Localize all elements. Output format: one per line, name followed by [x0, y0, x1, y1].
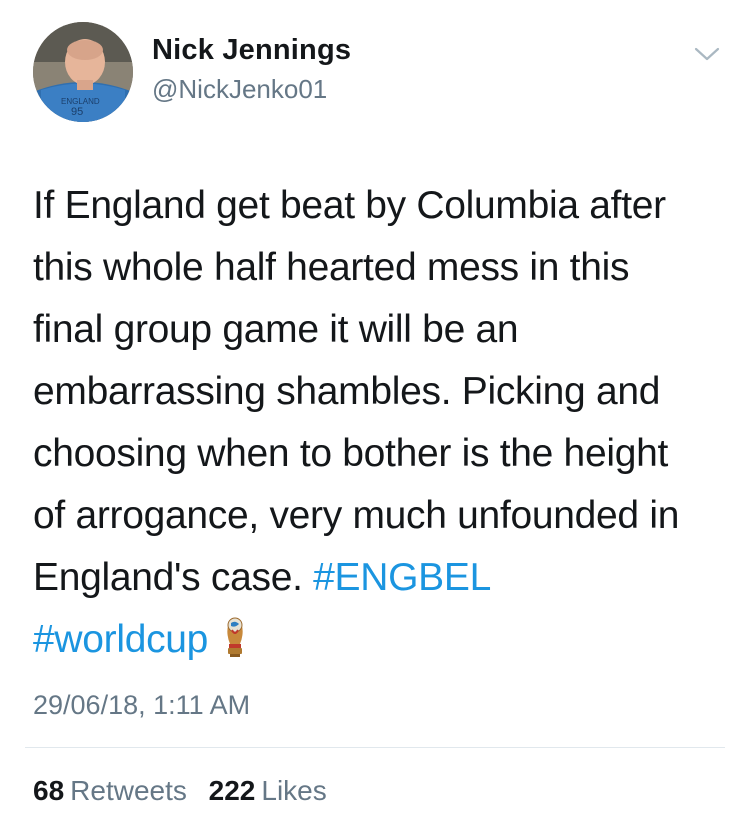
likes-stat[interactable]: 222 Likes	[209, 775, 327, 807]
svg-text:95: 95	[71, 106, 83, 118]
likes-label: Likes	[261, 775, 327, 806]
divider	[25, 747, 725, 748]
avatar-photo: ENGLAND 95	[33, 22, 133, 122]
retweets-count: 68	[33, 775, 65, 806]
tweet-text-line: choosing when to bother is the height	[33, 432, 669, 475]
tweet-text-line: England's case. #ENGBEL	[33, 547, 723, 609]
tweet-stats: 68 Retweets 222 Likes	[33, 775, 341, 807]
chevron-down-icon[interactable]	[690, 40, 724, 68]
hashtag-worldcup[interactable]: #worldcup	[33, 618, 208, 661]
svg-text:ENGLAND: ENGLAND	[61, 97, 100, 106]
tweet-timestamp[interactable]: 29/06/18, 1:11 AM	[33, 690, 250, 721]
retweets-label: Retweets	[70, 775, 187, 806]
tweet-text-line: #worldcup	[33, 609, 723, 671]
tweet-text-line: of arrogance, very much unfounded in	[33, 494, 680, 537]
author-handle[interactable]: @NickJenko01	[152, 74, 327, 105]
tweet-text: If England get beat by Columbia after th…	[33, 175, 723, 671]
tweet-text-line: embarrassing shambles. Picking and	[33, 370, 661, 413]
tweet-text-line: final group game it will be an	[33, 308, 519, 351]
tweet-text-line: this whole half hearted mess in this	[33, 246, 630, 289]
hashtag-engbel[interactable]: #ENGBEL	[313, 556, 491, 599]
likes-count: 222	[208, 775, 256, 806]
tweet-text-fragment: England's case.	[33, 556, 303, 599]
tweet-card: ENGLAND 95 Nick Jennings @NickJenko01 If…	[0, 0, 750, 826]
tweet-text-line: If England get beat by Columbia after	[33, 184, 666, 227]
avatar[interactable]: ENGLAND 95	[33, 22, 133, 122]
retweets-stat[interactable]: 68 Retweets	[33, 775, 187, 807]
world-cup-trophy-icon	[222, 614, 248, 658]
author-display-name[interactable]: Nick Jennings	[152, 34, 351, 67]
